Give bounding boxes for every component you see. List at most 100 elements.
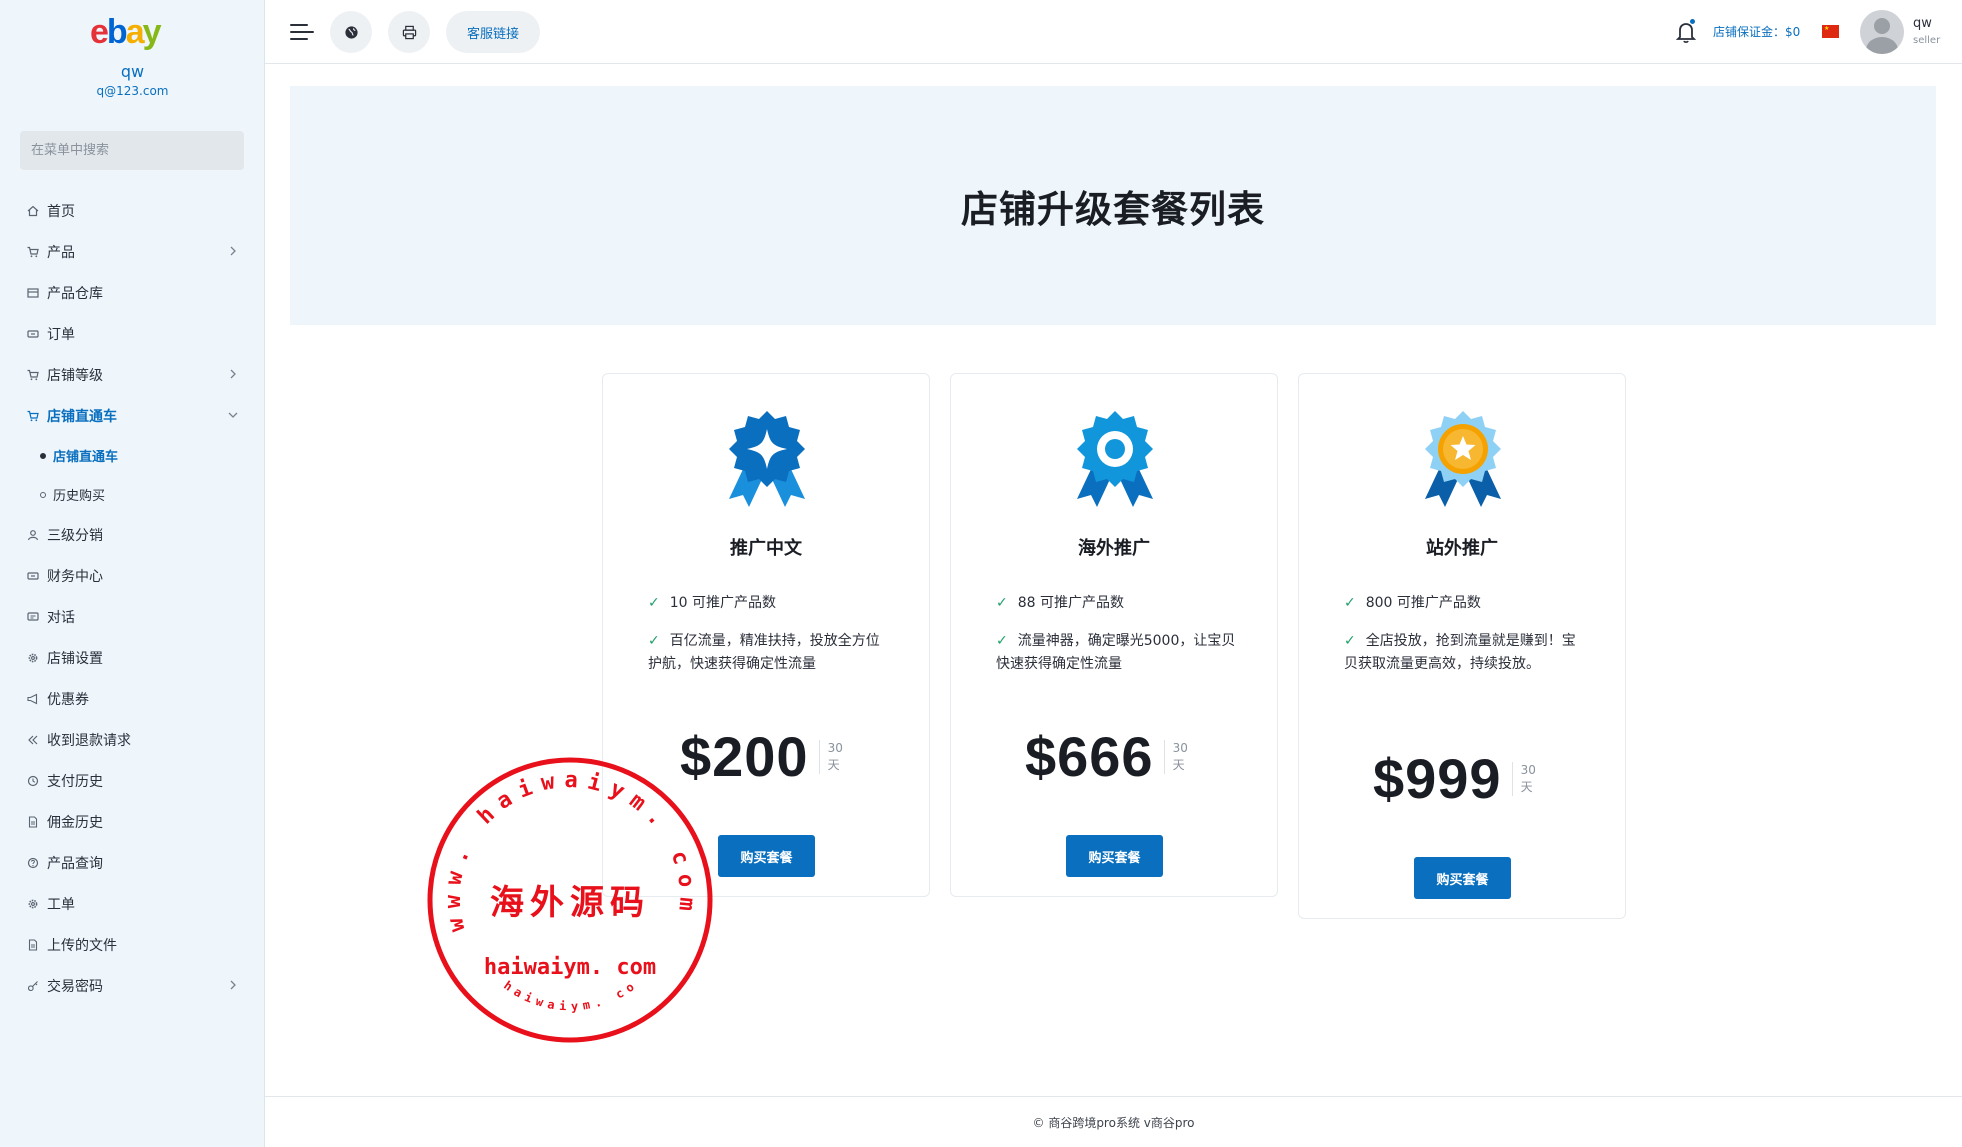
chevron-right-icon bbox=[230, 369, 236, 379]
printer-icon bbox=[402, 25, 416, 39]
top-header: 客服链接 店铺保证金：$0 ★ qw seller bbox=[265, 0, 1962, 64]
page-footer: © 商谷跨境pro系统 v商谷pro bbox=[265, 1096, 1962, 1147]
file-icon bbox=[26, 815, 40, 829]
file-icon bbox=[26, 938, 40, 952]
chevron-down-icon bbox=[228, 412, 238, 418]
flag-star-icon: ★ bbox=[1824, 25, 1830, 32]
cart-icon bbox=[26, 245, 40, 259]
sidebar-item-store-settings[interactable]: 店铺设置 bbox=[0, 637, 265, 678]
page-banner: 店铺升级套餐列表 bbox=[290, 86, 1936, 325]
chevron-right-icon bbox=[230, 246, 236, 256]
sidebar-item-warehouse[interactable]: 产品仓库 bbox=[0, 272, 265, 313]
plan-price: $999 30 天 bbox=[1373, 746, 1536, 811]
cart-icon bbox=[26, 368, 40, 382]
notifications-button[interactable] bbox=[1675, 18, 1697, 44]
sidebar-subitem-purchase-history[interactable]: 历史购买 bbox=[0, 475, 265, 514]
sidebar-item-tickets[interactable]: 工单 bbox=[0, 883, 265, 924]
sidebar-item-refund-requests[interactable]: 收到退款请求 bbox=[0, 719, 265, 760]
sidebar-subitem-store-express[interactable]: 店铺直通车 bbox=[0, 436, 265, 475]
notification-badge bbox=[1689, 18, 1696, 25]
medal-star-icon bbox=[1425, 411, 1501, 507]
plan-feature: ✓ 全店投放，抢到流量就是赚到！宝贝获取流量更高效，持续投放。 bbox=[1344, 633, 1576, 672]
sidebar-item-distribution[interactable]: 三级分销 bbox=[0, 514, 265, 555]
price-period: 30 天 bbox=[818, 739, 843, 774]
sidebar-item-product-query[interactable]: 产品查询 bbox=[0, 842, 265, 883]
sidebar-item-finance[interactable]: 财务中心 bbox=[0, 555, 265, 596]
sidebar-item-coupons[interactable]: 优惠券 bbox=[0, 678, 265, 719]
plan-card-3: 站外推广 ✓ 800 可推广产品数 ✓ 全店投放，抢到流量就是赚到！宝贝获取流量更高… bbox=[1298, 373, 1626, 919]
history-icon bbox=[26, 774, 40, 788]
sidebar: ebay qw q@123.com 首页 产品 产品仓库 订单 店铺等级 店铺 bbox=[0, 0, 265, 1147]
plan-title: 站外推广 bbox=[1426, 538, 1498, 559]
plan-feature: ✓ 800 可推广产品数 bbox=[1344, 595, 1481, 611]
check-icon: ✓ bbox=[1344, 633, 1356, 649]
bullet-icon bbox=[40, 452, 46, 459]
check-icon: ✓ bbox=[648, 595, 660, 611]
customer-service-link[interactable]: 客服链接 bbox=[446, 11, 541, 53]
sidebar-item-home[interactable]: 首页 bbox=[0, 190, 265, 231]
sidebar-item-products[interactable]: 产品 bbox=[0, 231, 265, 272]
plan-feature: ✓ 流量神器，确定曝光5000，让宝贝快速获得确定性流量 bbox=[996, 633, 1236, 672]
plan-title: 推广中文 bbox=[730, 538, 802, 559]
page-title: 店铺升级套餐列表 bbox=[961, 187, 1265, 231]
gear-icon bbox=[26, 651, 40, 665]
header-user-name: qw bbox=[1913, 16, 1932, 31]
gear-icon bbox=[26, 897, 40, 911]
globe-icon bbox=[344, 25, 358, 39]
ticket-icon bbox=[26, 327, 40, 341]
sidebar-nav: 首页 产品 产品仓库 订单 店铺等级 店铺直通车 店铺直通车 历史购买 三级分销… bbox=[0, 190, 265, 1006]
sidebar-item-store-level[interactable]: 店铺等级 bbox=[0, 354, 265, 395]
medal-ring-icon bbox=[1077, 411, 1153, 507]
plan-feature: ✓ 百亿流量，精准扶持，投放全方位护航，快速获得确定性流量 bbox=[648, 633, 880, 672]
sidebar-item-orders[interactable]: 订单 bbox=[0, 313, 265, 354]
user-icon bbox=[26, 528, 40, 542]
sidebar-user-email: q@123.com bbox=[96, 84, 169, 98]
stamp-url-text: haiwaiym. com bbox=[483, 955, 657, 980]
plan-card-2: 海外推广 ✓ 88 可推广产品数 ✓ 流量神器，确定曝光5000，让宝贝快速获得确定… bbox=[950, 373, 1278, 897]
china-flag-icon[interactable]: ★ bbox=[1822, 25, 1839, 38]
medal-diamond-icon bbox=[729, 411, 805, 507]
menu-search-input[interactable] bbox=[20, 131, 244, 170]
check-icon: ✓ bbox=[996, 595, 1008, 611]
buy-plan-button[interactable]: 购买套餐 bbox=[718, 835, 815, 877]
ticket-icon bbox=[26, 569, 40, 583]
check-icon: ✓ bbox=[648, 633, 660, 649]
sidebar-user-name: qw bbox=[120, 62, 145, 81]
price-amount: $999 bbox=[1373, 747, 1502, 810]
ebay-logo[interactable]: ebay bbox=[90, 10, 162, 52]
buy-plan-button[interactable]: 购买套餐 bbox=[1066, 835, 1163, 877]
menu-toggle-icon[interactable] bbox=[289, 20, 315, 44]
sidebar-item-trade-password[interactable]: 交易密码 bbox=[0, 965, 265, 1006]
check-icon: ✓ bbox=[1344, 595, 1356, 611]
question-icon bbox=[26, 856, 40, 870]
sidebar-item-chat[interactable]: 对话 bbox=[0, 596, 265, 637]
buy-plan-button[interactable]: 购买套餐 bbox=[1414, 857, 1511, 899]
sidebar-item-payment-history[interactable]: 支付历史 bbox=[0, 760, 265, 801]
check-icon: ✓ bbox=[996, 633, 1008, 649]
stamp-center-text: 海外源码 bbox=[490, 883, 650, 923]
bullet-icon bbox=[40, 491, 46, 498]
chevron-right-icon bbox=[230, 980, 236, 990]
plan-title: 海外推广 bbox=[1078, 538, 1150, 559]
plan-price: $666 30 天 bbox=[1025, 724, 1188, 789]
globe-button[interactable] bbox=[330, 11, 372, 53]
refund-icon bbox=[26, 733, 40, 747]
avatar[interactable] bbox=[1860, 10, 1904, 54]
key-icon bbox=[26, 979, 40, 993]
print-button[interactable] bbox=[388, 11, 430, 53]
header-user-role: seller bbox=[1913, 35, 1941, 46]
megaphone-icon bbox=[26, 692, 40, 706]
price-amount: $666 bbox=[1025, 725, 1154, 788]
warehouse-icon bbox=[26, 286, 40, 300]
plan-feature: ✓ 88 可推广产品数 bbox=[996, 595, 1124, 611]
sidebar-item-commission-history[interactable]: 佣金历史 bbox=[0, 801, 265, 842]
store-deposit: 店铺保证金：$0 bbox=[1713, 25, 1801, 39]
plan-feature: ✓ 10 可推广产品数 bbox=[648, 595, 776, 611]
cart-icon bbox=[26, 409, 40, 423]
sidebar-item-uploaded-files[interactable]: 上传的文件 bbox=[0, 924, 265, 965]
home-icon bbox=[26, 204, 40, 218]
chat-icon bbox=[26, 610, 40, 624]
price-period: 30 天 bbox=[1511, 761, 1536, 796]
sidebar-item-store-express[interactable]: 店铺直通车 bbox=[0, 395, 265, 436]
price-period: 30 天 bbox=[1163, 739, 1188, 774]
